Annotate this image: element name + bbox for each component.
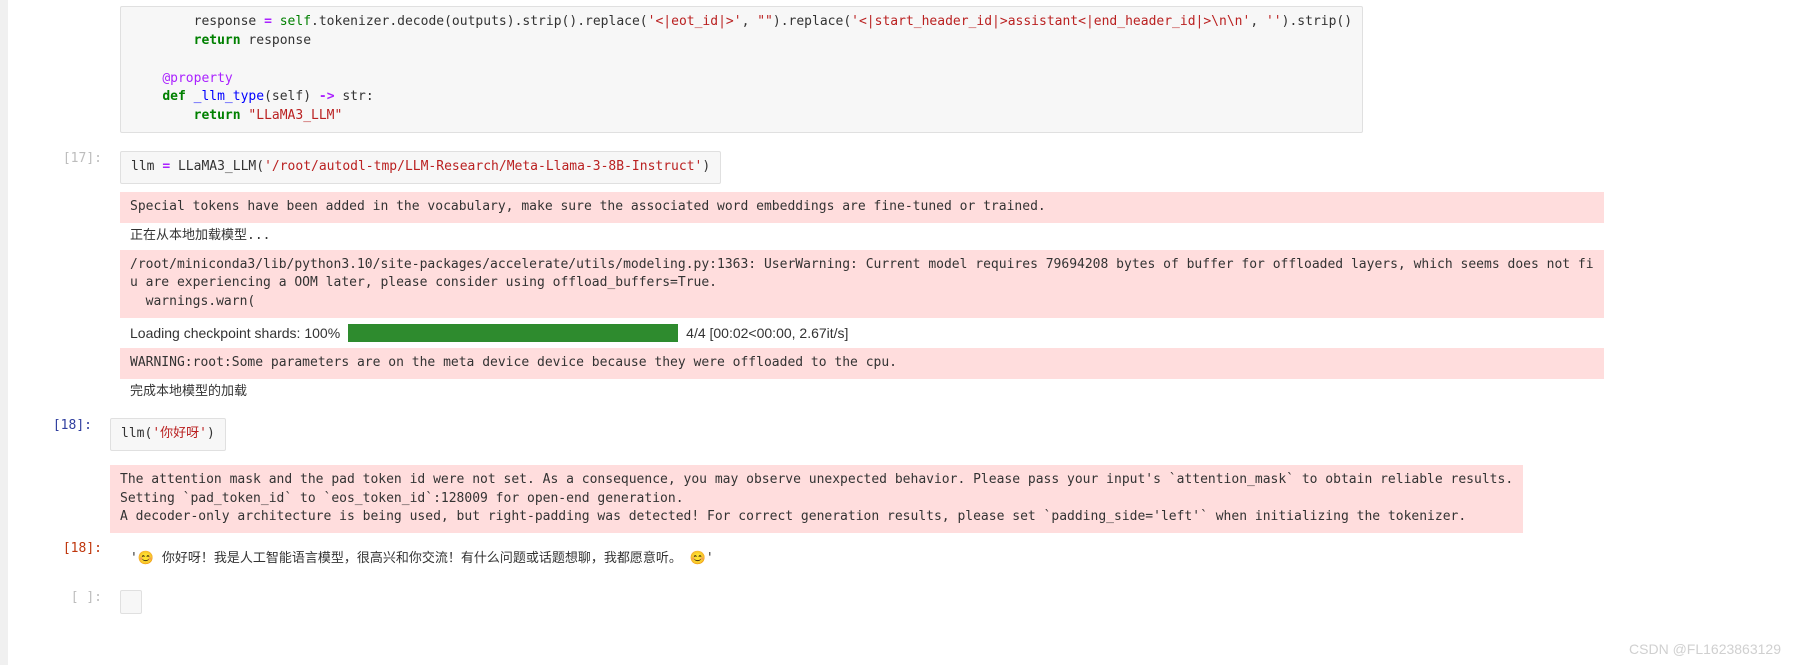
stdout-output: 正在从本地加载模型... xyxy=(120,225,1604,248)
input-prompt-17: [17]: xyxy=(30,145,110,190)
execute-result: '😊 你好呀！我是人工智能语言模型，很高兴和你交流！有什么问题或话题想聊，我都愿… xyxy=(120,541,724,572)
watermark: CSDN @FL1623863129 xyxy=(1629,641,1781,657)
stderr-output: /root/miniconda3/lib/python3.10/site-pac… xyxy=(120,250,1604,319)
code-cell-18[interactable]: llm('你好呀') xyxy=(110,418,226,451)
prompt-empty-top xyxy=(30,0,110,139)
progress-meta: 4/4 [00:02<00:00, 2.67it/s] xyxy=(686,325,848,341)
code-line: return "LLaMA3_LLM" xyxy=(131,108,342,123)
code-line: def _llm_type(self) -> str: xyxy=(131,89,374,104)
output-prompt-18: [18]: xyxy=(30,535,110,578)
stdout-output: 完成本地模型的加载 xyxy=(120,381,1604,404)
code-cell-17[interactable]: llm = LLaMA3_LLM('/root/autodl-tmp/LLM-R… xyxy=(120,151,721,184)
stderr-output: The attention mask and the pad token id … xyxy=(110,465,1523,534)
output-prompt-17 xyxy=(30,190,110,404)
input-prompt-18: [18]: xyxy=(20,412,100,457)
progress-bar xyxy=(348,324,678,342)
code-cell-top[interactable]: response = self.tokenizer.decode(outputs… xyxy=(120,6,1363,133)
code-cell-empty[interactable] xyxy=(120,590,142,614)
output-prompt-blank xyxy=(20,457,100,536)
code-line: return response xyxy=(131,33,311,48)
progress-row: Loading checkpoint shards: 100% 4/4 [00:… xyxy=(120,320,1604,346)
stderr-output: Special tokens have been added in the vo… xyxy=(120,192,1604,223)
stderr-output: WARNING:root:Some parameters are on the … xyxy=(120,348,1604,379)
code-line: @property xyxy=(131,71,233,86)
progress-label: Loading checkpoint shards: 100% xyxy=(130,325,340,341)
gutter xyxy=(0,0,8,665)
input-prompt-empty: [ ]: xyxy=(30,584,110,620)
code-line: response = self.tokenizer.decode(outputs… xyxy=(131,14,1352,29)
